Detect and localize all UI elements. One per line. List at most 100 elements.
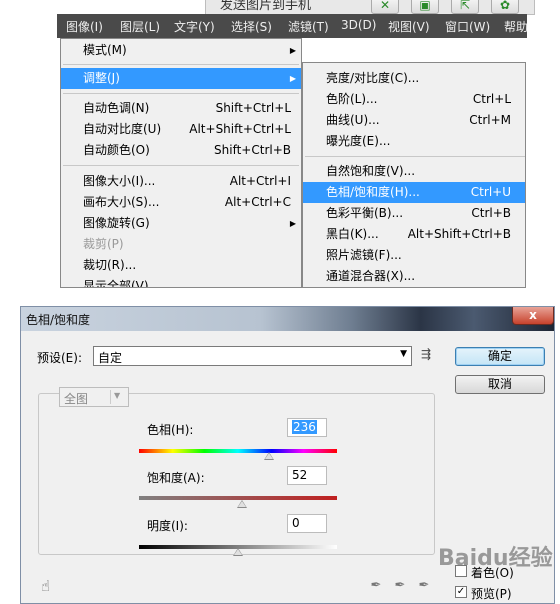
menu-item-image-rotation[interactable]: 图像旋转(G) ▶ [61, 213, 301, 234]
menu-item-reveal-all[interactable]: 显示全部(V) [61, 276, 301, 288]
adjustment-group [38, 393, 435, 555]
submenu-arrow-icon: ▶ [289, 219, 296, 228]
menu-item-shortcut: Ctrl+B [471, 206, 511, 220]
menu-item-color-balance[interactable]: 色彩平衡(B)... Ctrl+B [303, 203, 525, 224]
menu-item-curves[interactable]: 曲线(U)... Ctrl+M [303, 110, 525, 131]
menu-item-label: 曝光度(E)... [326, 134, 391, 148]
preview-checkbox[interactable]: ✓ [455, 586, 467, 598]
eyedropper-plus-icon[interactable]: ✒ [393, 579, 407, 593]
menu-item-label: 自动对比度(U) [83, 122, 162, 136]
menu-item-label: 曲线(U)... [326, 113, 380, 127]
menu-separator [63, 93, 299, 94]
menu-item-adjust[interactable]: 调整(J) ▶ [61, 68, 301, 89]
menu-help[interactable]: 帮助 [504, 18, 528, 35]
menu-filter[interactable]: 滤镜(T) [288, 18, 329, 35]
menu-image[interactable]: 图像(I) [66, 18, 103, 35]
menu-item-label: 画布大小(S)... [83, 195, 160, 209]
menu-item-label: 色彩平衡(B)... [326, 206, 404, 220]
menu-item-label: 通道混合器(X)... [326, 269, 416, 283]
hue-label: 色相(H): [147, 423, 194, 437]
menu-item-black-white[interactable]: 黑白(K)... Alt+Shift+Ctrl+B [303, 224, 525, 245]
menu-item-label: 自动色调(N) [83, 101, 150, 115]
image-menu: 模式(M) ▶ 调整(J) ▶ 自动色调(N) Shift+Ctrl+L 自动对比度(… [60, 38, 302, 288]
chevron-down-icon: ▼ [114, 391, 121, 400]
close-icon: x [529, 308, 537, 322]
share-icon[interactable]: ✕ [371, 0, 399, 14]
menu-item-shortcut: Shift+Ctrl+B [214, 143, 291, 157]
channel-select[interactable]: 全图 ▼ [59, 387, 129, 407]
menu-item-trim[interactable]: 裁切(R)... [61, 255, 301, 276]
menu-item-shortcut: Shift+Ctrl+L [215, 101, 291, 115]
saturation-label: 饱和度(A): [147, 471, 205, 485]
lightness-input[interactable]: 0 [287, 514, 327, 533]
save-icon[interactable]: ▣ [411, 0, 439, 14]
menu-item-channel-mixer[interactable]: 通道混合器(X)... [303, 266, 525, 287]
menu-item-label: 模式(M) [83, 43, 127, 57]
hue-slider-thumb[interactable] [264, 452, 274, 460]
menu-item-label: 显示全部(V) [83, 279, 149, 288]
menu-item-shortcut: Ctrl+L [472, 92, 511, 106]
close-button[interactable]: x [512, 307, 554, 325]
cancel-button[interactable]: 取消 [455, 375, 545, 394]
menu-item-label: 裁剪(P) [83, 237, 124, 251]
eyedropper-minus-icon[interactable]: ✒ [417, 579, 431, 593]
menu-window[interactable]: 窗口(W) [445, 18, 490, 35]
menu-item-label: 裁切(R)... [83, 258, 137, 272]
dialog-title: 色相/饱和度 [26, 313, 91, 327]
channel-value: 全图 [64, 392, 89, 406]
preview-label: 预览(P) [471, 587, 512, 601]
menu-item-label: 自然饱和度(V)... [326, 164, 416, 178]
menu-item-shortcut: Alt+Ctrl+C [224, 195, 291, 209]
hue-slider-track[interactable] [139, 449, 337, 453]
hand-adjust-icon[interactable]: ☝ [41, 577, 50, 595]
menu-item-hue-saturation[interactable]: 色相/饱和度(H)... Ctrl+U [303, 182, 525, 203]
lightness-label: 明度(I): [147, 519, 188, 533]
saturation-input[interactable]: 52 [287, 466, 327, 485]
hue-input[interactable]: 236 [287, 418, 327, 437]
chevron-down-icon: ▼ [400, 349, 407, 359]
saturation-slider-thumb[interactable] [237, 500, 247, 508]
menu-item-shortcut: Ctrl+U [470, 185, 511, 199]
menu-item-photo-filter[interactable]: 照片滤镜(F)... [303, 245, 525, 266]
menu-view[interactable]: 视图(V) [388, 18, 430, 35]
watermark-logo: Baidu经验 [438, 546, 553, 571]
export-icon[interactable]: ⇱ [451, 0, 479, 14]
menu-item-shortcut: Alt+Shift+Ctrl+L [189, 122, 291, 136]
menu-3d[interactable]: 3D(D) [341, 18, 376, 32]
top-toolbar: 发送图片到手机 ✕ ▣ ⇱ ✿ [205, 0, 535, 15]
preset-value: 自定 [98, 351, 123, 365]
dialog-titlebar[interactable]: 色相/饱和度 x [21, 307, 554, 331]
menu-item-label: 图像大小(I)... [83, 174, 156, 188]
send-to-phone-text[interactable]: 发送图片到手机 [220, 0, 311, 13]
menu-item-image-size[interactable]: 图像大小(I)... Alt+Ctrl+I [61, 171, 301, 192]
menu-item-auto-tone[interactable]: 自动色调(N) Shift+Ctrl+L [61, 98, 301, 119]
menu-layer[interactable]: 图层(L) [120, 18, 160, 35]
lightness-slider-thumb[interactable] [233, 548, 243, 556]
menu-item-canvas-size[interactable]: 画布大小(S)... Alt+Ctrl+C [61, 192, 301, 213]
menu-item-auto-contrast[interactable]: 自动对比度(U) Alt+Shift+Ctrl+L [61, 119, 301, 140]
preset-select[interactable]: 自定 ▼ [93, 346, 412, 366]
menu-item-vibrance[interactable]: 自然饱和度(V)... [303, 161, 525, 182]
eyedropper-icon[interactable]: ✒ [369, 579, 383, 593]
menu-item-brightness-contrast[interactable]: 亮度/对比度(C)... [303, 68, 525, 89]
menu-item-shortcut: Alt+Ctrl+I [229, 174, 291, 188]
menu-item-shortcut: Alt+Shift+Ctrl+B [407, 227, 511, 241]
menu-separator [305, 156, 525, 157]
settings-icon[interactable]: ✿ [491, 0, 519, 14]
menu-item-exposure[interactable]: 曝光度(E)... [303, 131, 525, 152]
menu-type[interactable]: 文字(Y) [174, 18, 215, 35]
menu-item-label: 亮度/对比度(C)... [326, 71, 420, 85]
menu-item-label: 自动颜色(O) [83, 143, 150, 157]
menu-item-mode[interactable]: 模式(M) ▶ [61, 40, 301, 61]
submenu-arrow-icon: ▶ [289, 74, 296, 83]
menu-item-auto-color[interactable]: 自动颜色(O) Shift+Ctrl+B [61, 140, 301, 161]
hue-value: 236 [292, 420, 317, 434]
menu-select[interactable]: 选择(S) [231, 18, 272, 35]
adjustments-submenu: 亮度/对比度(C)... 色阶(L)... Ctrl+L 曲线(U)... Ctrl… [302, 62, 526, 288]
ok-button[interactable]: 确定 [455, 347, 545, 366]
saturation-value: 52 [292, 468, 308, 482]
menu-item-levels[interactable]: 色阶(L)... Ctrl+L [303, 89, 525, 110]
menu-item-label: 色相/饱和度(H)... [326, 185, 420, 199]
menu-item-label: 调整(J) [83, 71, 120, 85]
preset-options-icon[interactable]: ⇶ [421, 347, 431, 361]
